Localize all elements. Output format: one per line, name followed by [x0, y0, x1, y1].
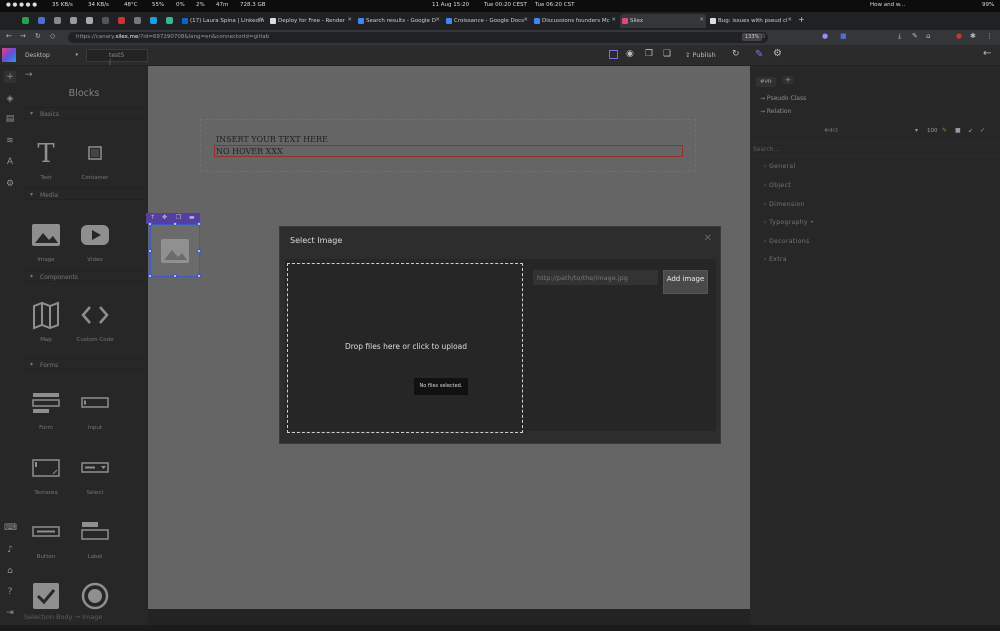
cpu-usage-2: 2% — [196, 2, 205, 8]
pinned-tab-icon[interactable] — [38, 17, 45, 24]
extension-icon[interactable]: ■ — [840, 32, 847, 40]
device-select[interactable]: Desktop ▾ — [22, 49, 80, 62]
extension-icon[interactable]: ⌂ — [926, 32, 930, 40]
chevron-down-icon: ▾ — [75, 52, 78, 58]
workspace-dots[interactable]: ● ● ● ● ● — [6, 2, 37, 8]
new-tab-button[interactable]: + — [798, 15, 805, 24]
close-tab-icon[interactable]: ✕ — [523, 17, 528, 23]
browser-tab[interactable]: Discussions founders Mc ✕ — [532, 14, 618, 28]
preview-eye-icon[interactable]: ◉ — [626, 49, 634, 59]
modal-body: Drop files here or click to upload No fi… — [285, 259, 716, 433]
close-tab-icon[interactable]: ✕ — [699, 17, 704, 23]
modal-title: Select Image — [290, 236, 343, 245]
memory-usage: 55% — [152, 2, 165, 8]
shield-icon[interactable]: ◇ — [50, 32, 55, 40]
browser-tab-active[interactable]: Silex ✕ — [620, 14, 706, 28]
style-manager-brush-icon[interactable]: ✎ — [755, 49, 763, 60]
extensions-puzzle-icon[interactable]: ✱ — [970, 32, 976, 40]
github-icon — [710, 18, 716, 24]
extension-icon[interactable]: ✎ — [912, 32, 918, 40]
pinned-tab-icon[interactable] — [118, 17, 125, 24]
pinned-tab-icon[interactable] — [54, 17, 61, 24]
outline-toggle-icon[interactable] — [609, 50, 618, 59]
disk-free: 728.3 GB — [240, 2, 266, 8]
add-image-button[interactable]: Add image — [663, 270, 708, 294]
silex-top-bar: Desktop ▾ test5 | ◉ ❐ ❏ ⇪ Publish ↻ ✎ ⚙ … — [0, 45, 1000, 66]
close-tab-icon[interactable]: ✕ — [347, 17, 352, 23]
battery-level: 99% — [982, 2, 995, 8]
google-docs-icon — [446, 18, 452, 24]
cpu-temp: 48°C — [124, 2, 138, 8]
close-tab-icon[interactable]: ✕ — [787, 17, 792, 23]
google-docs-icon — [534, 18, 540, 24]
address-bar[interactable]: https://canary.silex.me/?id=697290708&la… — [68, 32, 768, 43]
os-status-bar: ● ● ● ● ● 35 KB/s 34 KB/s 48°C 55% 0% 2%… — [0, 0, 1000, 12]
settings-gear-icon[interactable]: ⚙ — [773, 48, 782, 59]
browser-tab-strip: (17) Laura Spina | LinkedIn ✕ Deploy for… — [0, 12, 1000, 30]
forward-icon[interactable]: → — [20, 32, 26, 40]
duplicate-icon[interactable]: ❏ — [663, 49, 671, 59]
clock[interactable]: 11 Aug 15:20 — [432, 2, 469, 8]
pinned-tab-icon[interactable] — [134, 17, 141, 24]
publish-button[interactable]: ⇪ Publish — [685, 51, 716, 59]
close-tab-icon[interactable]: ✕ — [435, 17, 440, 23]
no-files-tooltip: No files selected. — [414, 378, 468, 395]
file-drop-zone[interactable]: Drop files here or click to upload No fi… — [287, 263, 523, 433]
browser-tab[interactable]: Deploy for Free - Render ✕ — [268, 14, 354, 28]
refresh-icon[interactable]: ↻ — [732, 49, 740, 59]
upload-icon: ⇪ — [685, 51, 693, 59]
browser-tab[interactable]: Bug: issues with pseud cl ✕ — [708, 14, 794, 28]
pinned-tab-icon[interactable] — [102, 17, 109, 24]
close-icon[interactable]: ✕ — [704, 233, 712, 244]
net-down: 34 KB/s — [88, 2, 109, 8]
google-drive-icon — [358, 18, 364, 24]
close-tab-icon[interactable]: ✕ — [259, 17, 264, 23]
net-up: 35 KB/s — [52, 2, 73, 8]
image-url-input[interactable]: http://path/to/the/image.jpg — [533, 270, 658, 285]
linkedin-icon — [182, 18, 188, 24]
pinned-tab-icon[interactable] — [150, 17, 157, 24]
notification-text[interactable]: How and w... — [870, 2, 905, 8]
select-image-modal: Select Image ✕ Drop files here or click … — [279, 226, 721, 444]
silex-icon — [622, 18, 628, 24]
browser-tab[interactable]: Croissance - Google Docs ✕ — [444, 14, 530, 28]
browser-menu-icon[interactable]: ⋮ — [986, 32, 993, 40]
back-icon[interactable]: ← — [6, 32, 12, 40]
browser-tab[interactable]: (17) Laura Spina | LinkedIn ✕ — [180, 14, 266, 28]
render-icon — [270, 18, 276, 24]
cpu-usage: 0% — [176, 2, 185, 8]
pinned-tab-icon[interactable] — [70, 17, 77, 24]
silex-logo — [2, 48, 16, 62]
bookmark-star-icon[interactable]: ☆ — [760, 32, 766, 40]
page-name-input[interactable]: test5 | — [86, 49, 148, 66]
pinned-tab-icon[interactable] — [86, 17, 93, 24]
download-icon[interactable]: ⤓ — [898, 32, 901, 41]
pinned-tab-icon[interactable] — [166, 17, 173, 24]
clock-tz1: Tue 00:20 CEST — [484, 2, 527, 8]
clock-tz2: Tue 06:20 CST — [535, 2, 575, 8]
uptime: 47m — [216, 2, 229, 8]
browser-tab[interactable]: Search results - Google D ✕ — [356, 14, 442, 28]
pinned-tab-whatsapp-icon[interactable] — [22, 17, 29, 24]
reload-icon[interactable]: ↻ — [35, 32, 41, 40]
code-icon[interactable]: ❐ — [645, 49, 653, 59]
collapse-arrow-icon[interactable]: ← — [983, 48, 991, 59]
browser-nav-bar: ← → ↻ ◇ https://canary.silex.me/?id=6972… — [0, 30, 1000, 45]
close-tab-icon[interactable]: ✕ — [611, 17, 616, 23]
extension-icon[interactable]: ● — [956, 32, 962, 40]
extension-icon[interactable]: ● — [822, 32, 828, 40]
drop-zone-text: Drop files here or click to upload — [344, 342, 468, 351]
